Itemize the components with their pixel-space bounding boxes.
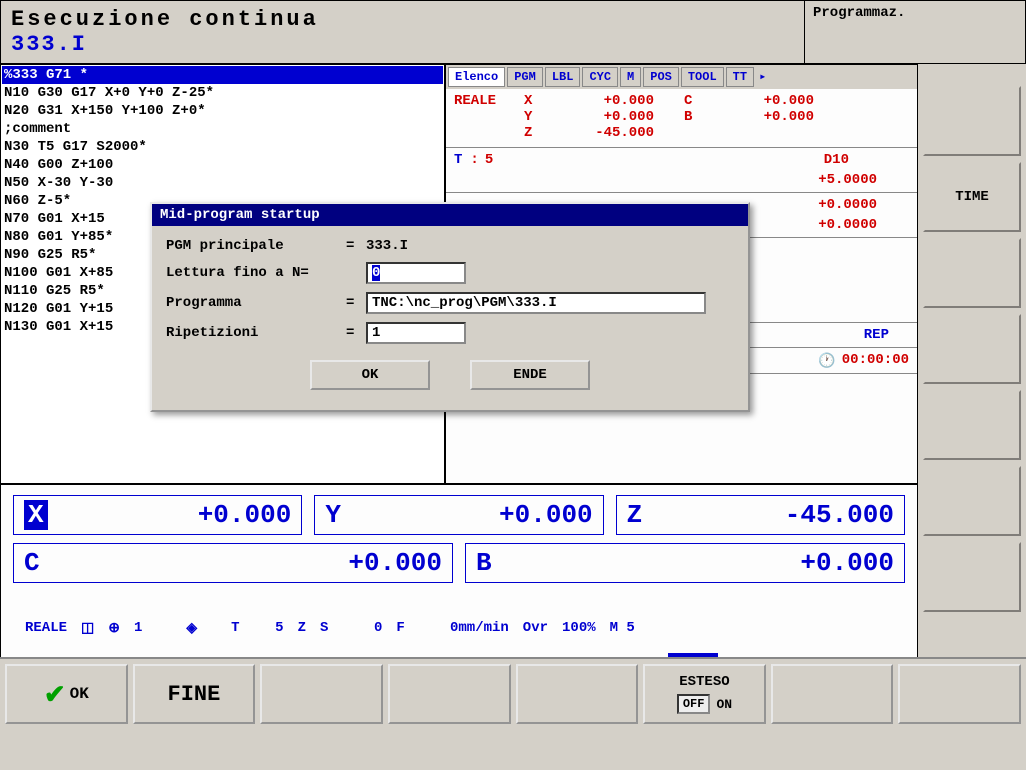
softkey-fine[interactable]: FINE <box>133 664 256 724</box>
tab-pgm[interactable]: PGM <box>507 67 543 87</box>
dialog-ok-button[interactable]: OK <box>310 360 430 390</box>
tab-tool[interactable]: TOOL <box>681 67 724 87</box>
side-button-6[interactable] <box>923 466 1021 536</box>
dlg-rep-label: Ripetizioni <box>166 325 346 341</box>
side-button-4[interactable] <box>923 314 1021 384</box>
page-title: Esecuzione continua <box>11 7 794 32</box>
pos-mode-label: REALE <box>454 93 524 109</box>
tab-pos[interactable]: POS <box>643 67 679 87</box>
target-icon: ⊕ <box>108 619 120 636</box>
side-button-1[interactable] <box>923 86 1021 156</box>
dialog-title: Mid-program startup <box>152 204 748 226</box>
tab-lbl[interactable]: LBL <box>545 67 581 87</box>
clock-icon: 🕐 <box>818 352 835 369</box>
check-icon: ✔ <box>44 679 66 710</box>
dlg-pgm-main-value: 333.I <box>366 238 408 254</box>
softkey-4[interactable] <box>388 664 511 724</box>
tab-m[interactable]: M <box>620 67 641 87</box>
coord-b: B+0.000 <box>465 543 905 583</box>
softkey-ok[interactable]: ✔OK <box>5 664 128 724</box>
program-line[interactable]: N10 G30 G17 X+0 Y+0 Z-25* <box>2 84 443 102</box>
softkey-8[interactable] <box>898 664 1021 724</box>
dlg-read-to-input[interactable]: 0 <box>366 262 466 284</box>
softkey-7[interactable] <box>771 664 894 724</box>
coord-y: Y+0.000 <box>314 495 603 535</box>
box-icon: ◫ <box>81 619 94 636</box>
dlg-rep-input[interactable]: 1 <box>366 322 466 344</box>
diamond-icon: ◈ <box>186 619 197 636</box>
esteso-off-toggle[interactable]: OFF <box>677 694 711 714</box>
pgm-call-time: 00:00:00 <box>842 352 909 369</box>
mid-program-startup-dialog: Mid-program startup PGM principale = 333… <box>150 202 750 412</box>
dlg-program-input[interactable]: TNC:\nc_prog\PGM\333.I <box>366 292 706 314</box>
side-button-7[interactable] <box>923 542 1021 612</box>
dlg-read-to-label: Lettura fino a N= <box>166 265 346 281</box>
program-line[interactable]: N30 T5 G17 S2000* <box>2 138 443 156</box>
program-line[interactable]: N50 X-30 Y-30 <box>2 174 443 192</box>
tab-scroll-right-icon[interactable]: ▸ <box>756 67 769 87</box>
status-bar: REALE ◫ ⊕ 1 ◈ T 5 Z S 0 F 0mm/min Ovr 10… <box>13 611 905 644</box>
softkey-3[interactable] <box>260 664 383 724</box>
softkey-esteso[interactable]: ESTESO OFF ON <box>643 664 766 724</box>
dialog-ende-button[interactable]: ENDE <box>470 360 590 390</box>
tab-elenco[interactable]: Elenco <box>448 67 505 87</box>
program-line[interactable]: N40 G00 Z+100 <box>2 156 443 174</box>
program-line[interactable]: N20 G31 X+150 Y+100 Z+0* <box>2 102 443 120</box>
coord-c: C+0.000 <box>13 543 453 583</box>
tab-cyc[interactable]: CYC <box>582 67 618 87</box>
progress-bar <box>668 653 718 657</box>
dlg-program-label: Programma <box>166 295 346 311</box>
tab-tt[interactable]: TT <box>726 67 754 87</box>
side-button-2[interactable]: TIME <box>923 162 1021 232</box>
dlg-pgm-main-label: PGM principale <box>166 238 346 254</box>
side-button-3[interactable] <box>923 238 1021 308</box>
softkey-bar: ✔OK FINE ESTESO OFF ON <box>0 657 1026 729</box>
page-subtitle: 333.I <box>11 32 794 57</box>
softkey-5[interactable] <box>516 664 639 724</box>
side-button-5[interactable] <box>923 390 1021 460</box>
program-line[interactable]: ;comment <box>2 120 443 138</box>
coord-z: Z-45.000 <box>616 495 905 535</box>
coords-display: X+0.000 Y+0.000 Z-45.000 C+0.000 B+0.000 RE… <box>0 484 918 659</box>
program-line[interactable]: %333 G71 * <box>2 66 443 84</box>
mode-label: Programmaz. <box>805 1 1025 63</box>
status-tabs: ElencoPGMLBLCYCMPOSTOOLTT▸ <box>446 65 917 89</box>
coord-x: X+0.000 <box>13 495 302 535</box>
